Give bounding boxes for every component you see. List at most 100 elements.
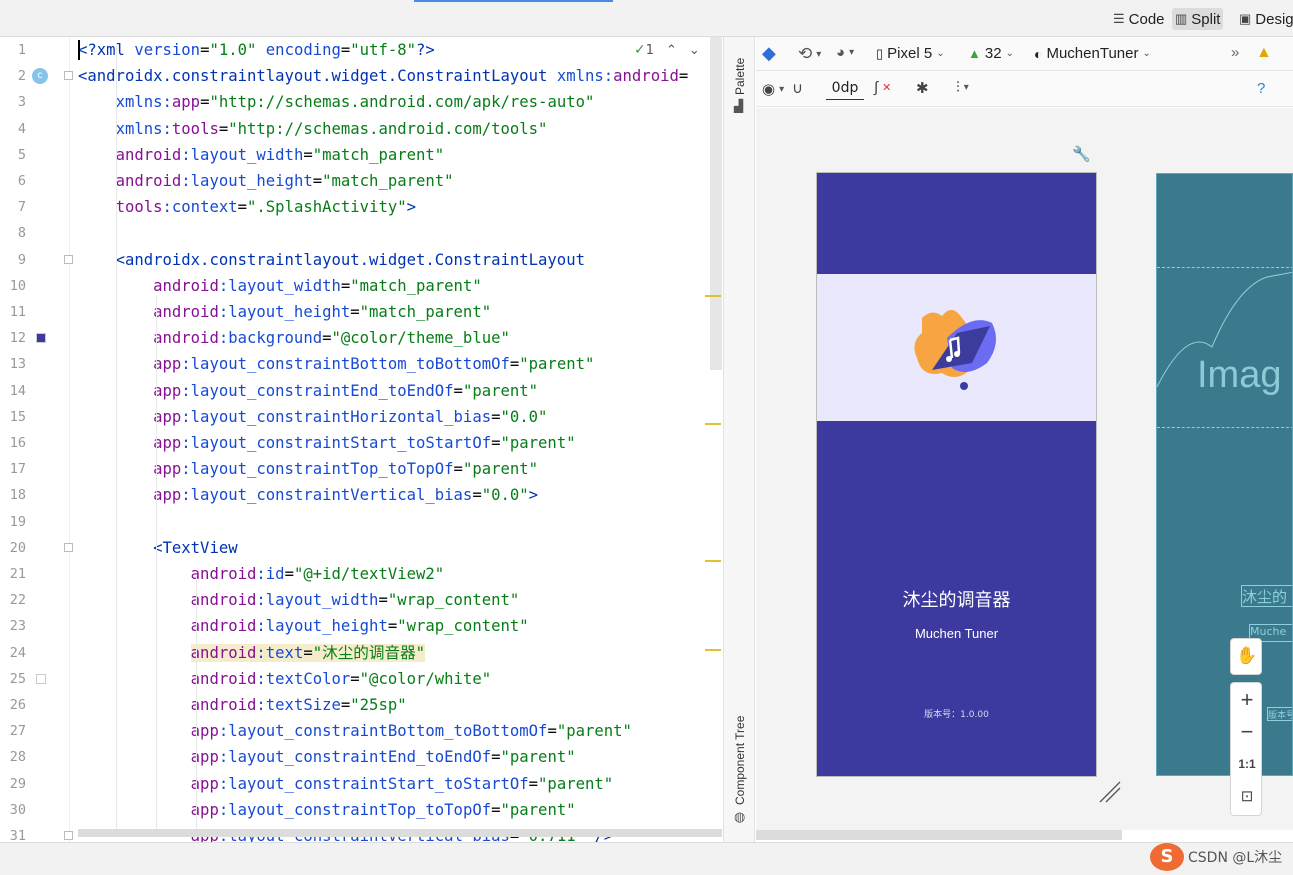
fold-marker-icon[interactable] bbox=[64, 254, 73, 264]
line-number: 24 bbox=[9, 644, 26, 661]
code-line[interactable]: android:layout_height="match_parent" bbox=[78, 168, 454, 194]
magnet-icon[interactable]: ∪ bbox=[792, 79, 803, 97]
canvas-horizontal-scrollbar[interactable] bbox=[756, 830, 1122, 840]
code-line[interactable]: tools:context=".SplashActivity"> bbox=[78, 194, 416, 220]
line-number: 8 bbox=[17, 225, 26, 242]
color-swatch-icon[interactable] bbox=[36, 673, 46, 684]
code-line[interactable]: android:layout_width="match_parent" bbox=[78, 142, 445, 168]
line-number: 14 bbox=[9, 382, 26, 399]
code-line[interactable]: app:layout_constraintVertical_bias="0.0"… bbox=[78, 482, 538, 508]
zoom-out-button[interactable]: − bbox=[1231, 719, 1263, 745]
code-token: :layout_constraintStart_toStartOf bbox=[218, 774, 529, 793]
code-line[interactable]: android:background="@color/theme_blue" bbox=[78, 325, 510, 351]
design-mode-label: Desig bbox=[1255, 10, 1293, 28]
image-icon: ▣ bbox=[1239, 11, 1252, 26]
warning-marker[interactable] bbox=[705, 560, 721, 562]
help-icon[interactable]: ? bbox=[1257, 80, 1265, 97]
wrench-icon[interactable]: 🔧 bbox=[1072, 145, 1091, 163]
editor-vertical-scrollbar[interactable] bbox=[710, 37, 722, 370]
code-line[interactable]: xmlns:app="http://schemas.android.com/ap… bbox=[78, 89, 595, 115]
fit-screen-icon[interactable]: ⊡ bbox=[1231, 787, 1263, 805]
code-line[interactable]: app:layout_constraintTop_toTopOf="parent… bbox=[78, 797, 576, 823]
code-token: android bbox=[190, 565, 257, 583]
code-line[interactable]: app:layout_constraintTop_toTopOf="parent… bbox=[78, 456, 538, 482]
resize-handle-icon[interactable] bbox=[1098, 780, 1122, 804]
clear-constraints-icon[interactable]: ∫ ✕ bbox=[874, 79, 891, 96]
class-gutter-icon[interactable]: c bbox=[32, 68, 48, 85]
component-tree-tab[interactable]: Component Tree bbox=[733, 716, 747, 805]
code-line[interactable]: app:layout_constraintEnd_toEndOf="parent… bbox=[78, 378, 538, 404]
line-number: 30 bbox=[9, 801, 26, 818]
api-level-selector[interactable]: ▲ 32 ⌄ bbox=[968, 45, 1014, 62]
code-line[interactable]: app:layout_constraintHorizontal_bias="0.… bbox=[78, 404, 547, 430]
code-line[interactable]: xmlns:tools="http://schemas.android.com/… bbox=[78, 116, 548, 142]
code-token: "parent" bbox=[556, 722, 632, 741]
zoom-in-button[interactable]: + bbox=[1231, 687, 1263, 713]
watermark-text: CSDN @L沐尘 bbox=[1188, 850, 1283, 866]
infer-constraints-icon[interactable]: ✱ bbox=[916, 79, 929, 97]
check-icon: ✓ bbox=[634, 42, 646, 58]
code-token: app bbox=[171, 93, 201, 112]
code-line[interactable]: <androidx.constraintlayout.widget.Constr… bbox=[78, 247, 585, 273]
pan-tool-button[interactable]: ✋ bbox=[1230, 638, 1262, 675]
overflow-icon[interactable]: » bbox=[1231, 44, 1239, 61]
color-swatch-icon[interactable] bbox=[36, 333, 46, 344]
warning-marker[interactable] bbox=[705, 649, 721, 651]
status-bar bbox=[0, 842, 1293, 875]
theme-selector[interactable]: ◐ MuchenTuner ⌄ bbox=[1034, 45, 1151, 62]
code-line[interactable]: android:text="沐尘的调音器" bbox=[78, 640, 426, 666]
eye-icon[interactable]: ◉ ▾ bbox=[762, 80, 784, 98]
code-line[interactable]: android:textSize="25sp" bbox=[78, 692, 407, 718]
line-number: 26 bbox=[9, 697, 26, 713]
warning-marker[interactable] bbox=[705, 295, 721, 297]
code-line[interactable]: android:layout_width="match_parent" bbox=[78, 273, 482, 299]
code-token: "parent" bbox=[538, 774, 614, 793]
code-token: :layout_width bbox=[256, 591, 379, 610]
line-number: 2 bbox=[17, 68, 26, 85]
code-line[interactable]: android:textColor="@color/white" bbox=[78, 666, 491, 692]
fold-marker-icon[interactable] bbox=[64, 71, 73, 81]
code-line[interactable]: app:layout_constraintStart_toStartOf="pa… bbox=[78, 430, 575, 456]
code-token: android bbox=[190, 669, 257, 688]
design-mode-button[interactable]: ▣ Desig bbox=[1236, 8, 1293, 30]
code-line[interactable]: android:id="@+id/textView2" bbox=[78, 561, 445, 587]
code-line[interactable]: android:layout_width="wrap_content" bbox=[78, 587, 520, 613]
code-line[interactable]: app:layout_constraintStart_toStartOf="pa… bbox=[78, 771, 613, 797]
fold-marker-icon[interactable] bbox=[64, 542, 73, 552]
warning-icon[interactable]: ▲ bbox=[1256, 44, 1272, 62]
blueprint-preview[interactable]: Imag 沐尘的 Muche 版本号 bbox=[1156, 173, 1293, 776]
chevron-down-icon[interactable]: ⌄ bbox=[689, 43, 700, 58]
code-line[interactable]: <?xml version="1.0" encoding="utf-8"?> bbox=[78, 37, 435, 63]
palette-tab[interactable]: Palette bbox=[733, 58, 747, 95]
code-token: = bbox=[453, 460, 463, 479]
night-mode-icon[interactable]: ◕ ▾ bbox=[836, 44, 854, 61]
code-line[interactable]: app:layout_constraintBottom_toBottomOf="… bbox=[78, 718, 632, 744]
guidelines-icon[interactable]: ⫶ ▾ bbox=[956, 79, 969, 96]
code-line[interactable]: <TextView bbox=[78, 535, 238, 561]
code-line[interactable]: <androidx.constraintlayout.widget.Constr… bbox=[78, 63, 688, 89]
code-token: "25sp" bbox=[350, 696, 407, 714]
code-token: ".SplashActivity" bbox=[247, 198, 407, 217]
design-preview-screen[interactable]: 沐尘的调音器 Muchen Tuner 版本号：1.0.00 bbox=[817, 173, 1096, 776]
line-number: 19 bbox=[9, 513, 26, 530]
code-line[interactable]: android:layout_height="match_parent" bbox=[78, 299, 491, 325]
split-mode-button[interactable]: ▥ Split bbox=[1172, 8, 1224, 30]
chevron-up-icon[interactable]: ⌃ bbox=[666, 43, 677, 58]
xml-code-editor[interactable]: 1 2 c 3 4 5 6 7 8 9 10 11 12 13 14 15 16 17 18 19 20 21 22 23 24… bbox=[0, 37, 722, 842]
actual-size-button[interactable]: 1:1 bbox=[1231, 757, 1263, 771]
fold-marker-icon[interactable] bbox=[64, 831, 73, 840]
layers-icon[interactable]: ◆ bbox=[762, 43, 776, 64]
code-mode-button[interactable]: ☰ Code bbox=[1110, 8, 1168, 30]
inspection-widget[interactable]: ✓1 ⌃ ⌄ bbox=[630, 42, 704, 58]
code-line[interactable]: android:layout_height="wrap_content" bbox=[78, 613, 529, 639]
warning-marker[interactable] bbox=[705, 423, 721, 425]
code-line[interactable]: app:layout_constraintEnd_toEndOf="parent… bbox=[78, 744, 576, 770]
orientation-icon[interactable]: ⟲ ▾ bbox=[798, 44, 821, 64]
editor-horizontal-scrollbar[interactable] bbox=[78, 829, 722, 837]
line-number: 11 bbox=[9, 304, 26, 320]
device-selector[interactable]: ▯ Pixel 5 ⌄ bbox=[876, 45, 945, 62]
code-token: = bbox=[491, 800, 501, 819]
default-margin-field[interactable]: 0dp bbox=[826, 80, 864, 100]
